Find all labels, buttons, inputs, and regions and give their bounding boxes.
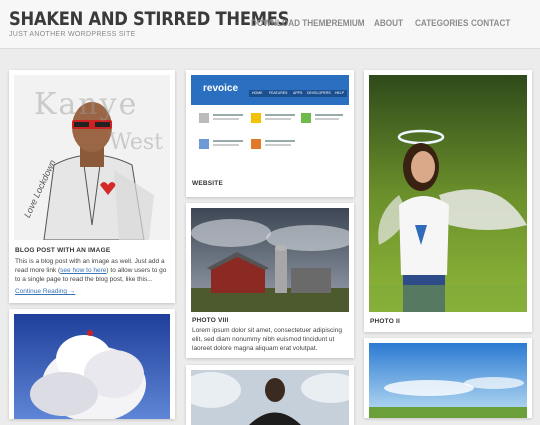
blog-post-image[interactable]: Kanye West Love Lockdown xyxy=(14,75,170,240)
mock-tab-help: HELP xyxy=(335,91,345,95)
mock-tab-home: HOME xyxy=(252,91,263,95)
mock-tab-developers: DEVELOPERS xyxy=(307,91,331,95)
nav-premium[interactable]: PREMIUM xyxy=(326,18,365,29)
site-header: SHAKEN AND STIRRED THEMES JUST ANOTHER W… xyxy=(0,0,540,49)
blog-post-title[interactable]: BLOG POST WITH AN IMAGE xyxy=(15,247,110,254)
nav-categories[interactable]: CATEGORIES xyxy=(415,18,468,29)
mock-nav-bar: HOME FEATURES APPS DEVELOPERS HELP xyxy=(249,90,347,97)
see-how-link[interactable]: see how to here xyxy=(60,267,106,274)
website-post-image[interactable]: revoice HOME FEATURES APPS DEVELOPERS HE… xyxy=(191,75,349,167)
angel-girl-photo xyxy=(369,75,527,312)
post-card-photo-ii: PHOTO II xyxy=(364,70,532,332)
barn-photo xyxy=(191,208,349,312)
post-card-blog: Kanye West Love Lockdown BLOG POST WITH … xyxy=(9,70,175,303)
post-card-photo-viii: PHOTO VIII Lorem ipsum dolor sit amet, c… xyxy=(186,203,354,358)
photo-viii-title[interactable]: PHOTO VIII xyxy=(192,317,229,324)
clouds-post-image[interactable] xyxy=(14,314,170,419)
clouds-photo xyxy=(14,314,170,419)
nav-download-theme[interactable]: DOWNLOAD THEME xyxy=(251,18,331,29)
site-tagline: JUST ANOTHER WORDPRESS SITE xyxy=(9,31,136,38)
mock-tab-apps: APPS xyxy=(293,91,303,95)
photo-viii-image[interactable] xyxy=(191,208,349,312)
website-post-title[interactable]: WEBSITE xyxy=(192,180,223,187)
mock-site-content xyxy=(191,105,349,167)
blog-post-excerpt: This is a blog post with an image as wel… xyxy=(15,257,170,284)
photo-ii-title[interactable]: PHOTO II xyxy=(370,318,400,325)
nav-about[interactable]: ABOUT xyxy=(374,18,403,29)
photo-ii-image[interactable] xyxy=(369,75,527,312)
photo-viii-excerpt: Lorem ipsum dolor sit amet, consectetuer… xyxy=(192,327,342,352)
site-title[interactable]: SHAKEN AND STIRRED THEMES xyxy=(9,8,289,30)
nav-contact[interactable]: CONTACT xyxy=(471,18,510,29)
post-card-website: revoice HOME FEATURES APPS DEVELOPERS HE… xyxy=(186,70,354,197)
portrait-post-image[interactable] xyxy=(191,370,349,425)
image-caption-first: Kanye xyxy=(34,87,139,122)
post-card-portrait xyxy=(186,365,354,425)
post-card-sky xyxy=(364,338,532,418)
mock-tab-features: FEATURES xyxy=(269,91,288,95)
post-card-clouds xyxy=(9,309,175,419)
image-caption-last: West xyxy=(109,130,163,155)
revoice-logo: revoice xyxy=(203,83,239,94)
continue-reading-link[interactable]: Continue Reading → xyxy=(15,288,75,295)
portrait-photo xyxy=(191,370,349,425)
